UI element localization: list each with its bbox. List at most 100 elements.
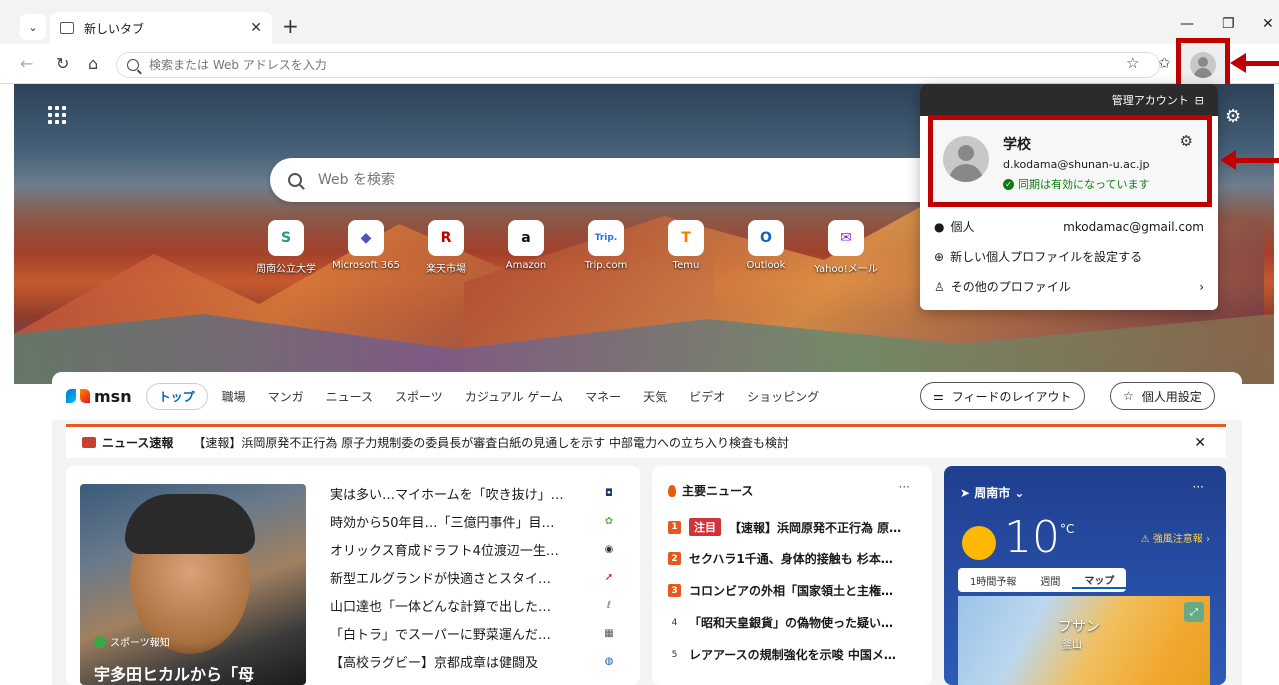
top-news-text: 「昭和天皇銀貨」の偽物使った疑い… — [689, 616, 894, 630]
quick-link[interactable]: S 周南公立大学 — [246, 220, 326, 275]
headline-item[interactable]: オリックス育成ドラフト4位渡辺一生… — [330, 540, 610, 559]
top-news-item[interactable]: 3 コロンビアの外相「国家領土と主権… — [668, 582, 918, 599]
source-icon: ◍ — [604, 655, 614, 667]
source-logo-icon — [94, 635, 106, 648]
top-news-text: コロンビアの外相「国家領土と主権… — [689, 584, 894, 598]
new-tab-plus-icon[interactable]: + — [282, 14, 299, 38]
web-search-input[interactable] — [318, 172, 718, 188]
tab-close-icon[interactable]: ✕ — [250, 20, 262, 36]
headline-item[interactable]: 実は多い…マイホームを「吹き抜け」… — [330, 484, 610, 503]
close-window-icon[interactable]: ✕ — [1262, 16, 1274, 32]
nav-item[interactable]: カジュアル ゲーム — [465, 388, 563, 405]
address-bar[interactable] — [116, 52, 1160, 78]
apps-grid-icon[interactable] — [48, 106, 66, 124]
news-card: スポーツ報知 宇多田ヒカルから「母 実は多い…マイホームを「吹き抜け」… ◘ 時効か… — [66, 466, 640, 685]
quick-link[interactable]: ✉ Yahoo!メール — [806, 220, 886, 275]
page-settings-gear-icon[interactable]: ⚙ — [1225, 106, 1241, 127]
nav-item[interactable]: マンガ — [268, 388, 304, 405]
annotation-arrow — [1230, 53, 1279, 73]
weather-location-text: 周南市 — [974, 486, 1011, 500]
nav-item[interactable]: トップ — [145, 382, 208, 410]
quick-link[interactable]: ◆ Microsoft 365 — [326, 220, 406, 271]
tab-title: 新しいタブ — [84, 21, 145, 36]
star-icon: ☆ — [1123, 389, 1134, 403]
headline-item[interactable]: 時効から50年目…「三億円事件」目… — [330, 512, 610, 531]
feed-layout-button[interactable]: ⚌ フィードのレイアウト — [920, 382, 1085, 410]
home-icon[interactable]: ⌂ — [88, 54, 98, 73]
top-news-text: セクハラ1千通、身体的接触も 杉本… — [689, 552, 893, 566]
weather-location[interactable]: ➤ 周南市 ⌄ — [960, 484, 1024, 501]
personalize-label: 個人用設定 — [1141, 389, 1202, 404]
quick-link-icon: a — [508, 220, 544, 256]
source-icon: ◘ — [605, 487, 613, 499]
favorites-list-icon[interactable]: ✩ — [1158, 54, 1171, 72]
weather-map[interactable]: プサン 釜山 ⤢ — [958, 596, 1210, 685]
rank-badge: 3 — [668, 584, 681, 597]
managed-account-header[interactable]: 管理アカウント ⊟ — [920, 84, 1218, 116]
top-news-item[interactable]: 1 注目 【速報】浜岡原発不正行為 原… — [668, 518, 918, 536]
new-profile-label: 新しい個人プロファイルを設定する — [950, 250, 1143, 264]
quick-link[interactable]: T Temu — [646, 220, 726, 271]
quick-link-label: Yahoo!メール — [814, 264, 878, 275]
nav-item[interactable]: 天気 — [643, 388, 667, 405]
new-profile-row[interactable]: ⊕ 新しい個人プロファイルを設定する — [934, 248, 1204, 265]
quick-link[interactable]: a Amazon — [486, 220, 566, 271]
nav-item[interactable]: ショッピング — [747, 388, 819, 405]
headline-item[interactable]: 【高校ラグビー】京都成章は健闘及 — [330, 652, 610, 671]
quick-link-label: Microsoft 365 — [332, 260, 400, 271]
top-news-card: 主要ニュース ··· 1 注目 【速報】浜岡原発不正行為 原… 2 セクハラ1千通、身体… — [652, 466, 932, 685]
rank-badge: 2 — [668, 552, 681, 565]
quick-link-icon: R — [428, 220, 464, 256]
quick-link-icon: O — [748, 220, 784, 256]
refresh-icon[interactable]: ↻ — [56, 54, 69, 73]
rank-badge: 1 — [668, 520, 681, 534]
breaking-text: 【速報】浜岡原発不正行為 原子力規制委の委員長が審査白紙の見通しを示す 中部電力… — [193, 436, 790, 450]
weather-tabs: 1時間予報 週間 マップ — [958, 568, 1127, 592]
web-search-box[interactable] — [270, 158, 950, 202]
address-input[interactable] — [149, 58, 749, 72]
quick-link-icon: Trip. — [588, 220, 624, 256]
nav-item[interactable]: マネー — [585, 388, 621, 405]
profile-settings-gear-icon[interactable]: ⚙ — [1180, 132, 1193, 150]
more-icon[interactable]: ··· — [899, 480, 910, 494]
weather-warning[interactable]: ⚠ 強風注意報 › — [1141, 530, 1210, 545]
msn-logo[interactable]: msn — [66, 387, 132, 406]
map-sublabel: 釜山 — [1062, 640, 1082, 651]
rank-badge: 5 — [668, 648, 681, 661]
favorite-star-icon[interactable]: ☆ — [1126, 54, 1139, 72]
nav-item[interactable]: 職場 — [222, 388, 246, 405]
other-profiles-row[interactable]: ♙ その他のプロファイル › — [934, 278, 1204, 295]
chevron-right-icon: › — [1199, 279, 1204, 294]
top-news-item[interactable]: 4 「昭和天皇銀貨」の偽物使った疑い… — [668, 614, 918, 631]
restore-icon[interactable]: ❐ — [1222, 16, 1235, 32]
news-photo[interactable]: スポーツ報知 宇多田ヒカルから「母 — [80, 484, 306, 685]
quick-link[interactable]: O Outlook — [726, 220, 806, 271]
personalize-button[interactable]: ☆ 個人用設定 — [1110, 382, 1215, 410]
breaking-news-bar[interactable]: ニュース速報 【速報】浜岡原発不正行為 原子力規制委の委員長が審査白紙の見通しを… — [66, 424, 1226, 458]
minimize-icon[interactable]: — — [1180, 16, 1194, 32]
quick-link[interactable]: Trip. Trip.com — [566, 220, 646, 271]
tab-actions-chevron-icon[interactable]: ⌄ — [20, 14, 46, 40]
back-arrow-icon[interactable]: ← — [20, 54, 33, 73]
work-profile-card[interactable]: 学校 d.kodama@shunan-u.ac.jp ✓ 同期は有効になっていま… — [928, 115, 1212, 207]
quick-link[interactable]: R 楽天市場 — [406, 220, 486, 275]
rank-badge: 4 — [668, 616, 681, 629]
personal-profile-row[interactable]: ● 個人 mkodamac@gmail.com — [934, 218, 1204, 235]
quick-link-label: 楽天市場 — [426, 264, 466, 275]
weather-tab-map[interactable]: マップ — [1072, 572, 1127, 589]
headline-item[interactable]: 「白トラ」でスーパーに野菜運んだ… — [330, 624, 610, 643]
close-icon[interactable]: ✕ — [1194, 435, 1206, 451]
nav-item[interactable]: ビデオ — [689, 388, 725, 405]
headline-item[interactable]: 山口達也「一体どんな計算で出した… — [330, 596, 610, 615]
nav-item[interactable]: ニュース — [326, 388, 373, 405]
nav-item[interactable]: スポーツ — [395, 388, 443, 405]
weather-more-icon[interactable]: ··· — [1193, 480, 1204, 494]
top-news-item[interactable]: 2 セクハラ1千通、身体的接触も 杉本… — [668, 550, 918, 567]
weather-tab-weekly[interactable]: 週間 — [1028, 573, 1072, 588]
weather-tab-hourly[interactable]: 1時間予報 — [958, 573, 1028, 588]
sync-status-text: 同期は有効になっています — [1018, 178, 1150, 191]
tab-new-tab[interactable]: 新しいタブ ✕ — [50, 12, 272, 44]
expand-icon[interactable]: ⤢ — [1184, 602, 1204, 622]
headline-item[interactable]: 新型エルグランドが快適さとスタイ… — [330, 568, 610, 587]
top-news-item[interactable]: 5 レアアースの規制強化を示唆 中国メ… — [668, 646, 918, 663]
